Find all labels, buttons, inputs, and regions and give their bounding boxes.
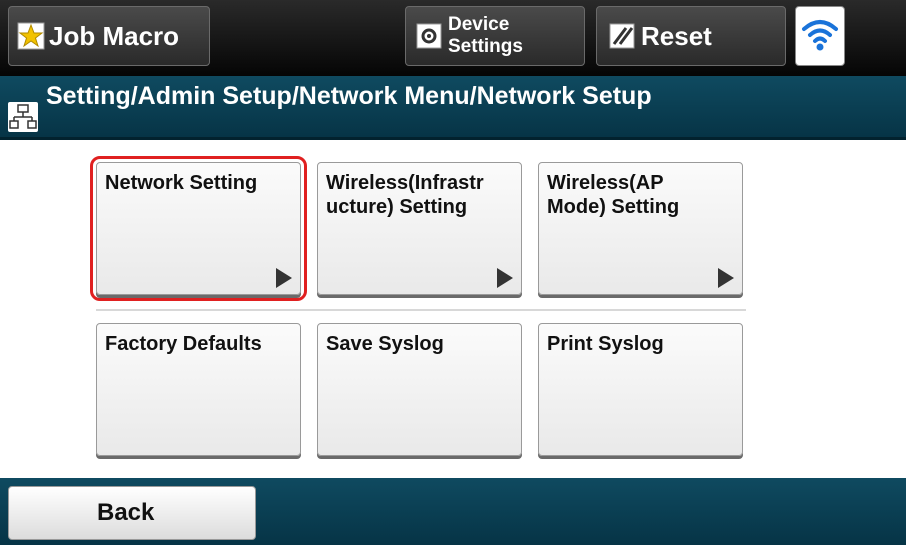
device-settings-icon [416, 23, 442, 49]
reset-label: Reset [641, 20, 712, 51]
wifi-status-button[interactable] [795, 6, 845, 66]
device-settings-button[interactable]: Device Settings [405, 6, 585, 66]
printer-panel-screen: Job Macro Device Settings Reset Setting/… [0, 0, 906, 545]
job-macro-button[interactable]: Job Macro [8, 6, 210, 66]
job-macro-label: Job Macro [49, 20, 180, 51]
star-icon [17, 22, 45, 50]
network-icon [8, 102, 38, 132]
menu-grid: Network Setting Wireless(Infrastr ucture… [0, 140, 906, 478]
factory-defaults-label: Factory Defaults [105, 333, 262, 355]
device-settings-line2: Settings [448, 36, 523, 57]
row-divider [96, 309, 746, 311]
breadcrumb-bar: Setting/Admin Setup/Network Menu/Network… [0, 76, 906, 140]
wifi-icon [800, 14, 840, 59]
print-syslog-button[interactable]: Print Syslog [538, 323, 743, 456]
wireless-infrastructure-setting-button[interactable]: Wireless(Infrastr ucture) Setting [317, 162, 522, 295]
network-setting-button[interactable]: Network Setting [90, 156, 307, 301]
wireless-ap-mode-setting-button[interactable]: Wireless(AP Mode) Setting [538, 162, 743, 295]
reset-icon [609, 23, 635, 49]
factory-defaults-button[interactable]: Factory Defaults [96, 323, 301, 456]
back-button[interactable]: Back [8, 486, 256, 540]
network-setting-label: Network Setting [105, 172, 258, 194]
device-settings-line1: Device [448, 14, 510, 35]
bottom-bar: Back [0, 478, 906, 545]
wireless-ap-mode-setting-label: Wireless(AP Mode) Setting [547, 172, 680, 218]
back-label: Back [97, 499, 155, 526]
print-syslog-label: Print Syslog [547, 333, 664, 355]
arrow-right-icon [276, 268, 292, 288]
arrow-right-icon [497, 268, 513, 288]
save-syslog-label: Save Syslog [326, 333, 444, 355]
top-bar: Job Macro Device Settings Reset [0, 0, 906, 76]
arrow-right-icon [718, 268, 734, 288]
reset-button[interactable]: Reset [596, 6, 786, 66]
breadcrumb: Setting/Admin Setup/Network Menu/Network… [46, 82, 652, 110]
save-syslog-button[interactable]: Save Syslog [317, 323, 522, 456]
wireless-infrastructure-setting-label: Wireless(Infrastr ucture) Setting [326, 172, 484, 218]
